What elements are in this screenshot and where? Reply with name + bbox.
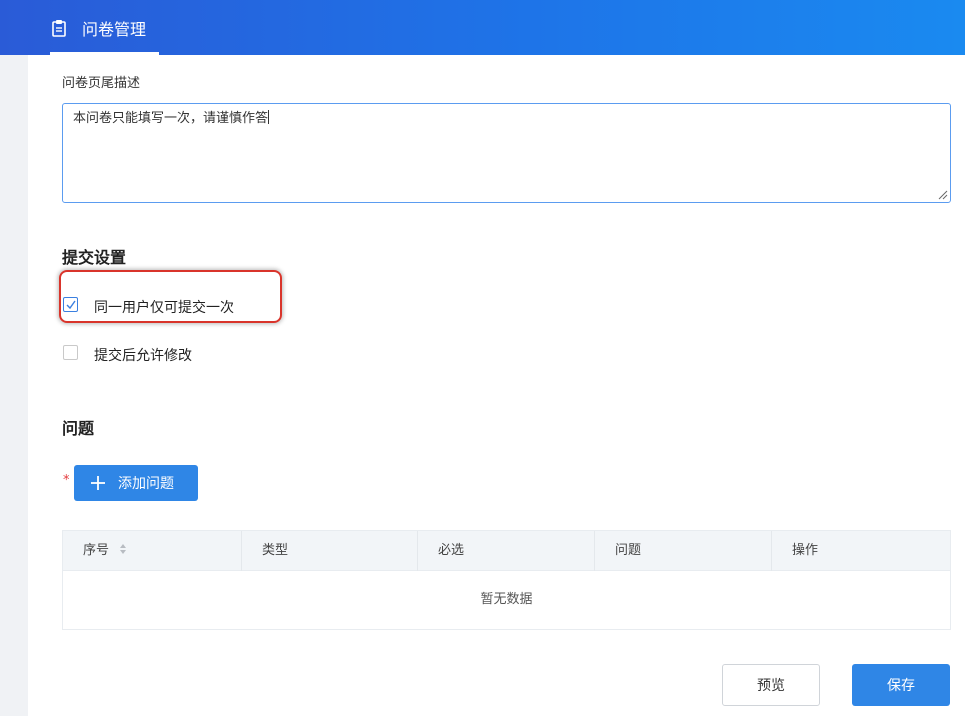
checkbox-single-submit[interactable]	[63, 297, 78, 312]
checkbox-allow-edit[interactable]	[63, 345, 78, 360]
column-header-question: 问题	[594, 531, 771, 571]
column-label: 序号	[83, 543, 110, 558]
resize-handle-icon[interactable]	[936, 188, 948, 200]
required-mark: *	[63, 473, 70, 488]
plus-icon	[91, 476, 105, 490]
preview-button[interactable]: 预览	[722, 664, 820, 706]
save-button[interactable]: 保存	[852, 664, 950, 706]
column-header-index[interactable]: 序号	[63, 531, 241, 571]
tab-survey-management[interactable]: 问卷管理	[50, 0, 159, 55]
submit-settings-title: 提交设置	[62, 248, 127, 267]
checkbox-label-single-submit[interactable]: 同一用户仅可提交一次	[94, 297, 234, 317]
empty-state-text: 暂无数据	[480, 592, 533, 607]
questions-table: 序号 类型 必选 问题 操作 暂无数据	[62, 530, 951, 630]
text-caret	[268, 110, 270, 124]
footer-desc-label: 问卷页尾描述	[62, 76, 141, 91]
add-question-button[interactable]: 添加问题	[74, 465, 198, 501]
questions-title: 问题	[62, 419, 95, 438]
tab-label: 问卷管理	[82, 19, 147, 39]
clipboard-icon	[50, 19, 68, 37]
column-header-type: 类型	[241, 531, 417, 571]
add-question-label: 添加问题	[118, 476, 174, 492]
top-bar: 问卷管理	[0, 0, 965, 55]
footer-desc-textarea[interactable]: 本问卷只能填写一次，请谨慎作答	[62, 103, 951, 203]
checkmark-icon	[66, 300, 76, 310]
column-header-actions: 操作	[771, 531, 950, 571]
column-header-required: 必选	[417, 531, 594, 571]
table-header: 序号 类型 必选 问题 操作	[63, 531, 950, 571]
form-panel: 问卷页尾描述 本问卷只能填写一次，请谨慎作答 提交设置 同一用户仅可提交一次 提…	[28, 55, 965, 716]
sort-icon[interactable]	[119, 543, 127, 555]
checkbox-label-allow-edit[interactable]: 提交后允许修改	[94, 345, 192, 365]
footer-desc-value: 本问卷只能填写一次，请谨慎作答	[73, 111, 269, 126]
